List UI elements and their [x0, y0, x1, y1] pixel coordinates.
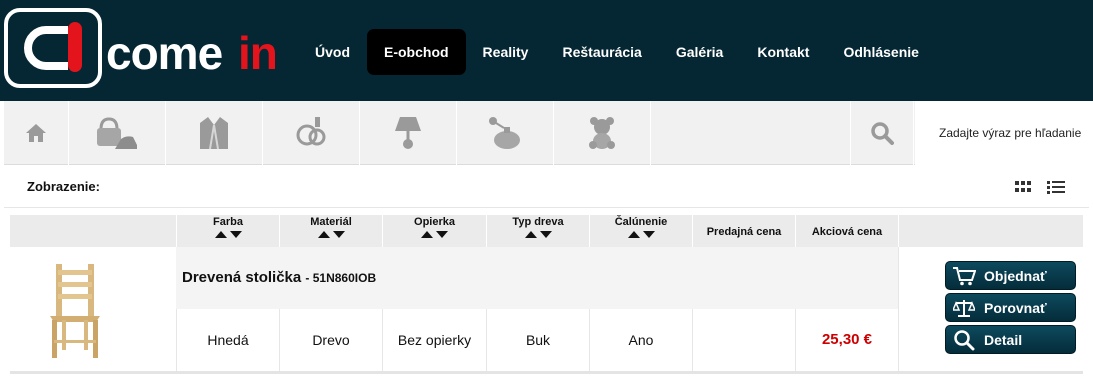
category-clothing[interactable]	[166, 101, 263, 165]
cart-icon	[950, 262, 978, 289]
top-navigation-bar: come in Úvod E-obchod Reality Reštauráci…	[0, 0, 1093, 101]
nav-item-kontakt[interactable]: Kontakt	[740, 29, 826, 75]
sort-desc-icon[interactable]	[436, 231, 448, 238]
sort-asc-icon[interactable]	[627, 231, 640, 238]
product-name-band: Drevená stolička - 51N860IOB	[176, 247, 898, 309]
sort-asc-icon[interactable]	[421, 231, 433, 238]
cell-akciova-cena: 25,30 €	[795, 309, 898, 371]
column-header-typ-dreva: Typ dreva	[486, 215, 589, 247]
nav-item-galeria[interactable]: Galéria	[659, 29, 740, 75]
order-button-label: Objednať	[984, 267, 1047, 284]
column-header-actions	[898, 215, 1083, 247]
main-nav: Úvod E-obchod Reality Reštaurácia Galéri…	[298, 29, 936, 75]
sort-desc-icon[interactable]	[332, 231, 345, 238]
grid-view-icon[interactable]	[1015, 180, 1031, 194]
column-label: Materiál	[310, 216, 352, 228]
product-table: Farba Materiál Opierka Typ dreva Čalúnen…	[10, 215, 1083, 374]
compare-button-label: Porovnať	[984, 299, 1047, 316]
table-row: Drevená stolička - 51N860IOB Hnedá Drevo…	[10, 247, 1083, 374]
sort-desc-icon[interactable]	[539, 231, 552, 238]
nav-item-e-obchod[interactable]: E-obchod	[367, 29, 466, 75]
watch-ring-icon	[296, 117, 326, 146]
category-fashion[interactable]	[69, 101, 166, 165]
search-button[interactable]	[850, 101, 914, 165]
column-label: Opierka	[414, 216, 455, 228]
view-label: Zobrazenie:	[27, 179, 100, 194]
row-actions: Objednať Porovnať Detail	[898, 247, 1083, 371]
column-header-opierka: Opierka	[382, 215, 486, 247]
nav-item-odhlasenie[interactable]: Odhlásenie	[826, 29, 935, 75]
cell-opierka: Bez opierky	[382, 309, 486, 371]
search-icon	[871, 122, 894, 145]
shoe-bag-icon	[97, 117, 137, 149]
lamp-icon	[395, 117, 421, 149]
category-lighting[interactable]	[360, 101, 457, 165]
product-code: - 51N860IOB	[305, 271, 377, 285]
cell-material: Drevo	[279, 309, 382, 371]
sort-asc-icon[interactable]	[317, 231, 330, 238]
product-title[interactable]: Drevená stolička - 51N860IOB	[182, 269, 376, 286]
column-header-predajna-cena: Predajná cena	[692, 215, 795, 247]
cell-calunenie: Ano	[589, 309, 692, 371]
nav-item-reality[interactable]: Reality	[466, 29, 546, 75]
order-button[interactable]: Objednať	[945, 261, 1076, 290]
perfume-icon	[489, 117, 520, 149]
cell-predajna-cena	[692, 309, 795, 371]
list-view-icon[interactable]	[1047, 180, 1065, 194]
category-home[interactable]	[4, 101, 69, 165]
sort-desc-icon[interactable]	[642, 231, 655, 238]
column-header-material: Materiál	[279, 215, 382, 247]
home-icon	[26, 124, 46, 142]
jacket-icon	[200, 117, 228, 150]
column-label: Akciová cena	[811, 226, 883, 238]
category-bar	[4, 101, 1089, 165]
product-name: Drevená stolička	[182, 269, 302, 286]
search-input[interactable]	[915, 101, 1089, 165]
category-accessories[interactable]	[263, 101, 360, 165]
sort-asc-icon[interactable]	[214, 231, 227, 238]
column-label: Predajná cena	[706, 226, 782, 238]
sort-asc-icon[interactable]	[524, 231, 537, 238]
nav-item-restauracia[interactable]: Reštaurácia	[545, 29, 658, 75]
svg-text:come: come	[106, 27, 223, 79]
column-header-calunenie: Čalúnenie	[589, 215, 692, 247]
product-image[interactable]	[30, 260, 130, 360]
column-label: Farba	[213, 216, 243, 228]
scales-icon	[950, 294, 978, 321]
detail-button[interactable]: Detail	[945, 325, 1076, 354]
table-header: Farba Materiál Opierka Typ dreva Čalúnen…	[10, 215, 1083, 247]
svg-text:in: in	[238, 27, 277, 79]
category-cosmetics[interactable]	[457, 101, 554, 165]
column-label: Čalúnenie	[614, 216, 668, 228]
column-header-farba: Farba	[176, 215, 279, 247]
cell-farba: Hnedá	[176, 309, 279, 371]
compare-button[interactable]: Porovnať	[945, 293, 1076, 322]
view-switch-bar: Zobrazenie:	[4, 166, 1089, 208]
comein-logo[interactable]: come in	[4, 8, 294, 88]
detail-button-label: Detail	[984, 331, 1023, 348]
category-toys[interactable]	[554, 101, 651, 165]
teddy-bear-icon	[589, 117, 615, 149]
column-header-akciova-cena: Akciová cena	[795, 215, 898, 247]
nav-item-uvod[interactable]: Úvod	[298, 29, 367, 75]
magnifier-icon	[950, 326, 978, 353]
cell-typ-dreva: Buk	[486, 309, 589, 371]
sort-desc-icon[interactable]	[229, 231, 242, 238]
column-label: Typ dreva	[512, 216, 564, 228]
